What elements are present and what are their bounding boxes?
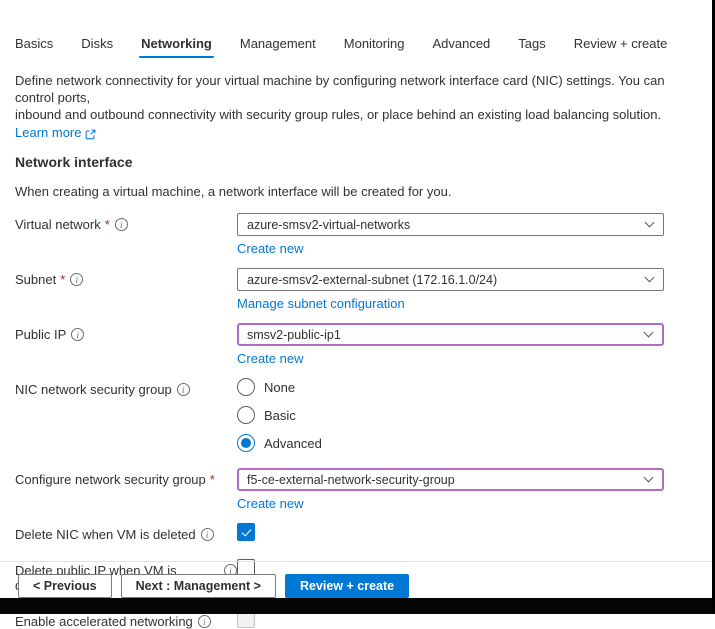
section-title-network-interface: Network interface	[0, 140, 715, 170]
nic-nsg-row: NIC network security group None Basic Ad…	[15, 378, 700, 462]
footer-button-bar: < Previous Next : Management > Review + …	[18, 574, 409, 598]
networking-form: Virtual network * azure-smsv2-virtual-ne…	[0, 199, 715, 629]
virtual-network-label: Virtual network *	[15, 213, 237, 256]
subnet-value: azure-smsv2-external-subnet (172.16.1.0/…	[247, 273, 497, 287]
configure-nsg-row: Configure network security group * f5-ce…	[15, 468, 700, 511]
info-icon[interactable]	[70, 273, 83, 286]
public-ip-label-text: Public IP	[15, 327, 66, 342]
public-ip-value: smsv2-public-ip1	[247, 328, 341, 342]
required-asterisk: *	[105, 217, 110, 232]
footer-divider	[0, 561, 712, 562]
configure-nsg-dropdown[interactable]: f5-ce-external-network-security-group	[237, 468, 664, 491]
subnet-row: Subnet * azure-smsv2-external-subnet (17…	[15, 268, 700, 311]
networking-tab-page: Basics Disks Networking Management Monit…	[0, 0, 715, 614]
configure-nsg-label-text: Configure network security group	[15, 472, 206, 487]
radio-label: Basic	[264, 408, 296, 423]
required-asterisk: *	[210, 472, 215, 487]
info-icon[interactable]	[115, 218, 128, 231]
intro-line1: Define network connectivity for your vir…	[15, 73, 665, 105]
radio-unselected-icon	[237, 378, 255, 396]
tab-advanced[interactable]: Advanced	[432, 36, 490, 58]
wizard-tab-bar: Basics Disks Networking Management Monit…	[0, 0, 715, 58]
info-icon[interactable]	[71, 328, 84, 341]
chevron-down-icon	[644, 328, 654, 338]
subnet-label: Subnet *	[15, 268, 237, 311]
virtual-network-create-new-link[interactable]: Create new	[237, 241, 303, 256]
public-ip-row: Public IP smsv2-public-ip1 Create new	[15, 323, 700, 366]
public-ip-create-new-link[interactable]: Create new	[237, 351, 303, 366]
nic-nsg-option-advanced[interactable]: Advanced	[237, 434, 664, 452]
manage-subnet-configuration-link[interactable]: Manage subnet configuration	[237, 296, 405, 311]
nic-nsg-label-text: NIC network security group	[15, 382, 172, 397]
chevron-down-icon	[645, 218, 655, 228]
tab-disks[interactable]: Disks	[81, 36, 113, 58]
radio-selected-icon	[237, 434, 255, 452]
section-subtitle: When creating a virtual machine, a netwo…	[0, 170, 715, 199]
virtual-network-dropdown[interactable]: azure-smsv2-virtual-networks	[237, 213, 664, 236]
info-icon[interactable]	[201, 528, 214, 541]
tab-management[interactable]: Management	[240, 36, 316, 58]
next-management-button[interactable]: Next : Management >	[121, 574, 276, 598]
delete-nic-label: Delete NIC when VM is deleted	[15, 523, 237, 542]
nic-nsg-option-none[interactable]: None	[237, 378, 664, 396]
screenshot-bottom-border	[0, 598, 715, 614]
radio-label: Advanced	[264, 436, 322, 451]
virtual-network-value: azure-smsv2-virtual-networks	[247, 218, 410, 232]
virtual-network-label-text: Virtual network	[15, 217, 101, 232]
previous-button[interactable]: < Previous	[18, 574, 112, 598]
tab-tags[interactable]: Tags	[518, 36, 545, 58]
tab-networking[interactable]: Networking	[141, 36, 212, 58]
subnet-dropdown[interactable]: azure-smsv2-external-subnet (172.16.1.0/…	[237, 268, 664, 291]
subnet-label-text: Subnet	[15, 272, 56, 287]
tab-review-create[interactable]: Review + create	[574, 36, 668, 58]
delete-nic-row: Delete NIC when VM is deleted	[15, 523, 700, 542]
intro-description: Define network connectivity for your vir…	[0, 58, 700, 123]
configure-nsg-value: f5-ce-external-network-security-group	[247, 473, 455, 487]
delete-nic-label-text: Delete NIC when VM is deleted	[15, 527, 196, 542]
public-ip-label: Public IP	[15, 323, 237, 366]
intro-line2: inbound and outbound connectivity with s…	[15, 107, 661, 122]
review-create-button[interactable]: Review + create	[285, 574, 409, 598]
nic-nsg-option-basic[interactable]: Basic	[237, 406, 664, 424]
learn-more-link[interactable]: Learn more	[15, 125, 81, 140]
external-link-icon	[85, 127, 96, 138]
info-icon[interactable]	[198, 615, 211, 628]
configure-nsg-create-new-link[interactable]: Create new	[237, 496, 303, 511]
chevron-down-icon	[644, 473, 654, 483]
accelerated-networking-label-text: Enable accelerated networking	[15, 614, 193, 629]
delete-nic-checkbox[interactable]	[237, 523, 255, 541]
nic-nsg-label: NIC network security group	[15, 378, 237, 462]
checkmark-icon	[241, 526, 251, 536]
tab-basics[interactable]: Basics	[15, 36, 53, 58]
radio-label: None	[264, 380, 295, 395]
configure-nsg-label: Configure network security group *	[15, 468, 237, 511]
required-asterisk: *	[60, 272, 65, 287]
public-ip-dropdown[interactable]: smsv2-public-ip1	[237, 323, 664, 346]
tab-monitoring[interactable]: Monitoring	[344, 36, 405, 58]
info-icon[interactable]	[177, 383, 190, 396]
virtual-network-row: Virtual network * azure-smsv2-virtual-ne…	[15, 213, 700, 256]
radio-unselected-icon	[237, 406, 255, 424]
chevron-down-icon	[645, 273, 655, 283]
